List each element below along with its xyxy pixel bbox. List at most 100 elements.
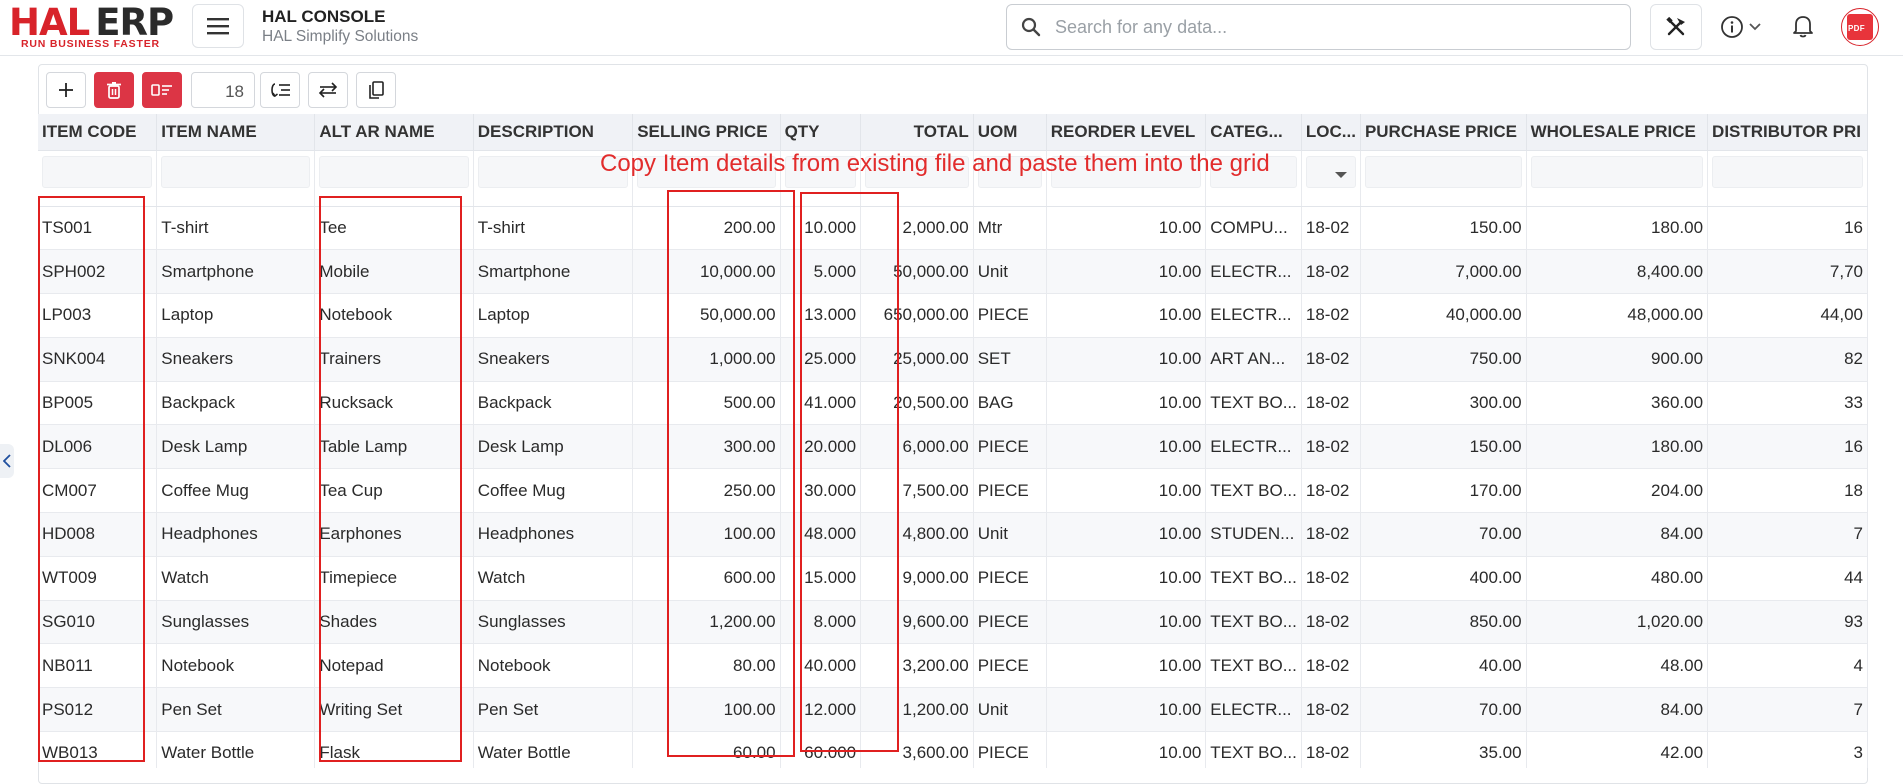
cell-location[interactable]: 18-02 <box>1301 468 1361 514</box>
cell-location[interactable]: 18-02 <box>1301 512 1361 557</box>
cell-reorder-level[interactable]: 10.00 <box>1046 556 1207 601</box>
cell-wholesale-price[interactable]: 180.00 <box>1526 424 1709 470</box>
cell-location[interactable]: 18-02 <box>1301 424 1361 470</box>
column-header-selling-price[interactable]: SELLING PRICE <box>632 114 781 151</box>
cell-purchase-price[interactable]: 70.00 <box>1360 512 1527 557</box>
cell-item-name[interactable]: Watch <box>156 556 316 601</box>
column-header-location[interactable]: LOC... <box>1301 114 1361 151</box>
cell-reorder-level[interactable]: 10.00 <box>1046 293 1207 338</box>
cell-description[interactable]: Laptop <box>473 293 634 338</box>
cell-purchase-price[interactable]: 40.00 <box>1360 643 1527 689</box>
cell-description[interactable]: Smartphone <box>473 249 634 295</box>
cell-location[interactable]: 18-02 <box>1301 337 1361 382</box>
cell-uom[interactable]: Unit <box>973 249 1047 295</box>
cell-distributor-price[interactable]: 82 <box>1707 337 1868 382</box>
filter-cell-item-name[interactable] <box>156 150 316 207</box>
cell-location[interactable]: 18-02 <box>1301 293 1361 338</box>
cell-purchase-price[interactable]: 850.00 <box>1360 600 1527 645</box>
cell-category[interactable]: TEXT BO... <box>1205 381 1302 426</box>
column-header-description[interactable]: DESCRIPTION <box>473 114 634 151</box>
cell-uom[interactable]: PIECE <box>973 424 1047 470</box>
cell-description[interactable]: Sunglasses <box>473 600 634 645</box>
cell-description[interactable]: Coffee Mug <box>473 468 634 514</box>
column-header-reorder-level[interactable]: REORDER LEVEL <box>1046 114 1207 151</box>
cell-item-name[interactable]: Laptop <box>156 293 316 338</box>
filter-input[interactable] <box>161 155 311 188</box>
cell-uom[interactable]: PIECE <box>973 556 1047 601</box>
cell-category[interactable]: TEXT BO... <box>1205 731 1302 768</box>
table-row[interactable]: WT009 Watch Timepiece Watch 600.00 15.000 9,00… <box>38 556 1868 601</box>
cell-location[interactable]: 18-02 <box>1301 600 1361 645</box>
table-row[interactable]: HD008 Headphones Earphones Headphones 100.00… <box>38 512 1868 557</box>
cell-description[interactable]: Headphones <box>473 512 634 557</box>
cell-location[interactable]: 18-02 <box>1301 731 1361 768</box>
cell-distributor-price[interactable]: 44 <box>1707 556 1868 601</box>
info-menu[interactable] <box>1720 14 1768 40</box>
cell-distributor-price[interactable]: 93 <box>1707 600 1868 645</box>
cell-location[interactable]: 18-02 <box>1301 643 1361 689</box>
cell-location[interactable]: 18-02 <box>1301 556 1361 601</box>
hal-erp-logo[interactable]: HAL ERP RUN BUSINESS FASTER <box>9 3 179 51</box>
cell-distributor-price[interactable]: 7,70 <box>1707 249 1868 295</box>
cell-category[interactable]: STUDEN... <box>1205 512 1302 557</box>
cell-uom[interactable]: Unit <box>973 512 1047 557</box>
cell-purchase-price[interactable]: 35.00 <box>1360 731 1527 768</box>
cell-reorder-level[interactable]: 10.00 <box>1046 337 1207 382</box>
filter-input[interactable] <box>1305 155 1356 188</box>
cell-wholesale-price[interactable]: 900.00 <box>1526 337 1709 382</box>
table-row[interactable]: CM007 Coffee Mug Tea Cup Coffee Mug 250.00 30… <box>38 468 1868 514</box>
filter-input[interactable] <box>319 155 469 188</box>
cell-purchase-price[interactable]: 70.00 <box>1360 687 1527 733</box>
cell-wholesale-price[interactable]: 48,000.00 <box>1526 293 1709 338</box>
notifications-button[interactable] <box>1792 13 1814 44</box>
cell-reorder-level[interactable]: 10.00 <box>1046 468 1207 514</box>
cell-wholesale-price[interactable]: 180.00 <box>1526 206 1709 251</box>
cell-purchase-price[interactable]: 170.00 <box>1360 468 1527 514</box>
cell-distributor-price[interactable]: 7 <box>1707 512 1868 557</box>
table-row[interactable]: PS012 Pen Set Writing Set Pen Set 100.00 12.0… <box>38 687 1868 733</box>
page-size-input[interactable]: 18 <box>191 72 255 108</box>
cell-distributor-price[interactable]: 16 <box>1707 206 1868 251</box>
hamburger-menu-button[interactable] <box>192 4 244 48</box>
column-header-wholesale-price[interactable]: WHOLESALE PRICE <box>1526 114 1709 151</box>
cell-purchase-price[interactable]: 40,000.00 <box>1360 293 1527 338</box>
filter-cell-location[interactable] <box>1301 150 1361 207</box>
cell-uom[interactable]: BAG <box>973 381 1047 426</box>
cell-distributor-price[interactable]: 7 <box>1707 687 1868 733</box>
cell-description[interactable]: Backpack <box>473 381 634 426</box>
cell-item-name[interactable]: Smartphone <box>156 249 316 295</box>
column-header-qty[interactable]: QTY <box>780 114 862 151</box>
cell-uom[interactable]: SET <box>973 337 1047 382</box>
column-header-total[interactable]: TOTAL <box>860 114 974 151</box>
column-header-category[interactable]: CATEG... <box>1205 114 1302 151</box>
cell-item-name[interactable]: T-shirt <box>156 206 316 251</box>
cell-location[interactable]: 18-02 <box>1301 249 1361 295</box>
cell-item-name[interactable]: Notebook <box>156 643 316 689</box>
cell-description[interactable]: Sneakers <box>473 337 634 382</box>
table-row[interactable]: TS001 T-shirt Tee T-shirt 200.00 10.000 2,000.… <box>38 206 1868 251</box>
cell-wholesale-price[interactable]: 8,400.00 <box>1526 249 1709 295</box>
column-header-distributor-price[interactable]: DISTRIBUTOR PRI <box>1707 114 1868 151</box>
cell-wholesale-price[interactable]: 1,020.00 <box>1526 600 1709 645</box>
cell-uom[interactable]: PIECE <box>973 293 1047 338</box>
table-row[interactable]: BP005 Backpack Rucksack Backpack 500.00 41.00… <box>38 381 1868 426</box>
cell-wholesale-price[interactable]: 42.00 <box>1526 731 1709 768</box>
column-header-uom[interactable]: UOM <box>973 114 1047 151</box>
cell-category[interactable]: TEXT BO... <box>1205 643 1302 689</box>
filter-input[interactable] <box>1530 155 1704 188</box>
cell-category[interactable]: ART AN... <box>1205 337 1302 382</box>
cell-uom[interactable]: PIECE <box>973 600 1047 645</box>
cell-reorder-level[interactable]: 10.00 <box>1046 512 1207 557</box>
cell-reorder-level[interactable]: 10.00 <box>1046 600 1207 645</box>
cell-distributor-price[interactable]: 44,00 <box>1707 293 1868 338</box>
cell-category[interactable]: ELECTR... <box>1205 424 1302 470</box>
cell-location[interactable]: 18-02 <box>1301 381 1361 426</box>
cell-wholesale-price[interactable]: 84.00 <box>1526 512 1709 557</box>
filter-input[interactable] <box>42 155 153 188</box>
sidebar-expand-tab[interactable] <box>0 444 14 478</box>
cell-purchase-price[interactable]: 300.00 <box>1360 381 1527 426</box>
cell-uom[interactable]: PIECE <box>973 468 1047 514</box>
cell-purchase-price[interactable]: 150.00 <box>1360 206 1527 251</box>
table-row[interactable]: NB011 Notebook Notepad Notebook 80.00 40.000 3… <box>38 643 1868 689</box>
cell-item-name[interactable]: Pen Set <box>156 687 316 733</box>
